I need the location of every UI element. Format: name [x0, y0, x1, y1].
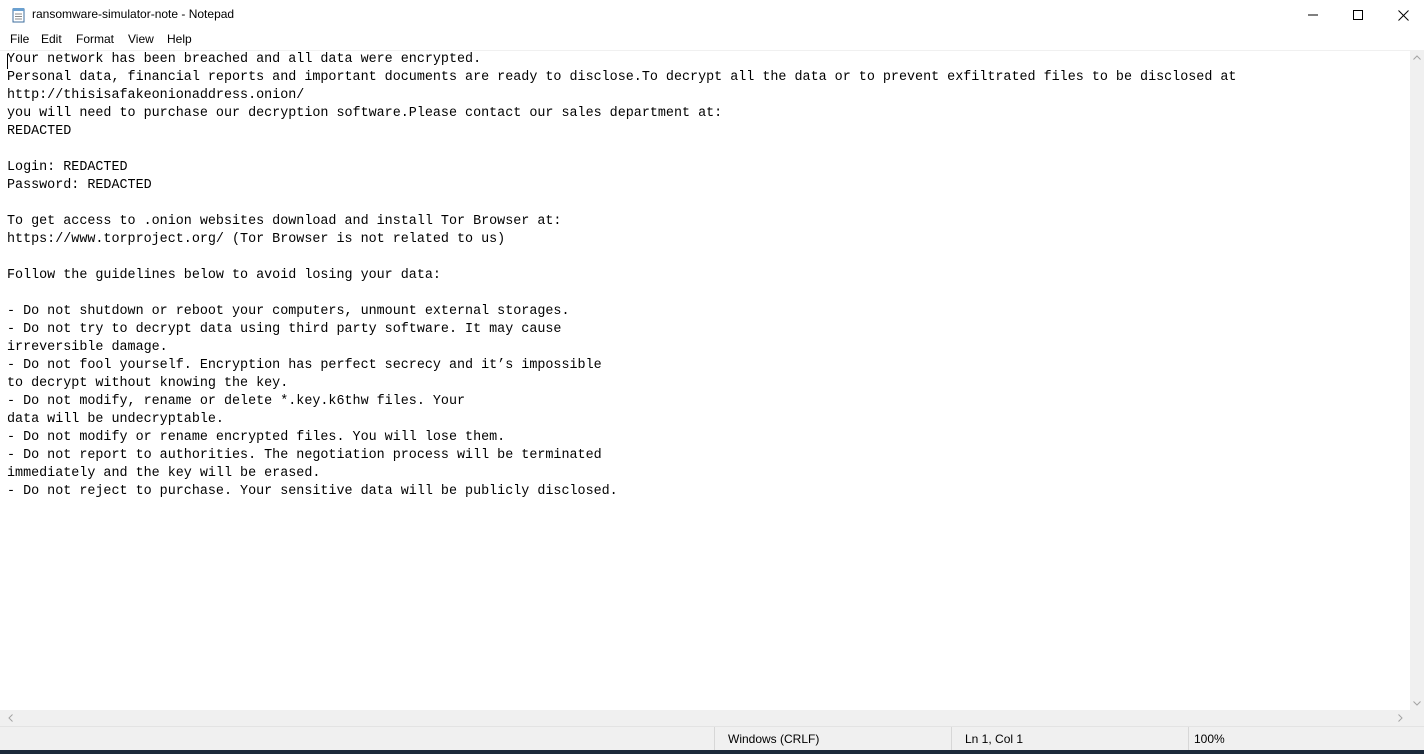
menu-view[interactable]: View [126, 32, 156, 46]
vertical-scrollbar[interactable] [1410, 50, 1424, 710]
notepad-icon [12, 7, 26, 23]
scroll-down-icon[interactable] [1410, 696, 1424, 710]
window-title: ransomware-simulator-note - Notepad [32, 7, 235, 21]
menu-edit[interactable]: Edit [39, 32, 64, 46]
status-line-ending: Windows (CRLF) [714, 727, 951, 751]
maximize-icon [1353, 10, 1363, 20]
scroll-left-icon[interactable] [2, 710, 18, 726]
close-button[interactable] [1380, 0, 1424, 30]
menu-help[interactable]: Help [165, 32, 194, 46]
scroll-up-icon[interactable] [1410, 50, 1424, 64]
maximize-button[interactable] [1335, 0, 1381, 30]
menu-format[interactable]: Format [74, 32, 116, 46]
text-caret [7, 54, 8, 69]
minimize-icon [1308, 10, 1318, 20]
minimize-button[interactable] [1290, 0, 1336, 30]
horizontal-scrollbar[interactable] [0, 710, 1410, 726]
close-icon [1397, 9, 1409, 21]
menu-bar: File Edit Format View Help [0, 30, 1424, 50]
status-cursor-position: Ln 1, Col 1 [951, 727, 1188, 751]
editor-text[interactable]: Your network has been breached and all d… [7, 51, 1236, 501]
scroll-right-icon[interactable] [1392, 710, 1408, 726]
status-zoom: 100% [1188, 727, 1424, 751]
menu-file[interactable]: File [8, 32, 31, 46]
text-editor-area[interactable]: Your network has been breached and all d… [0, 50, 1410, 711]
taskbar-edge [0, 750, 1424, 754]
title-bar[interactable]: ransomware-simulator-note - Notepad [0, 0, 1424, 30]
scrollbar-corner [1410, 710, 1424, 726]
status-bar: Windows (CRLF) Ln 1, Col 1 100% [0, 726, 1424, 751]
